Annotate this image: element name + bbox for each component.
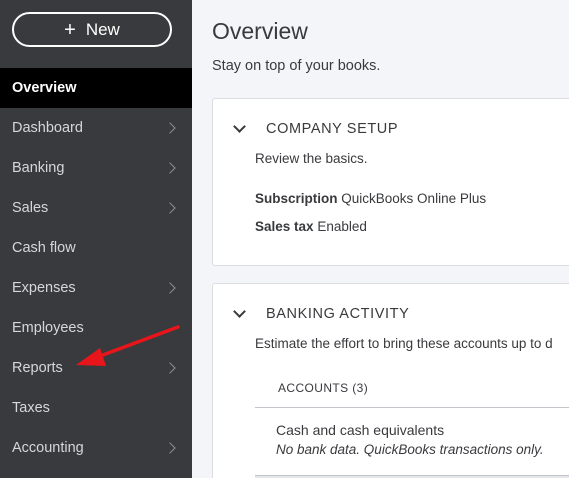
- accounts-header: ACCOUNTS (3): [255, 368, 569, 408]
- sidebar: + New Overview Dashboard Banking Sales C…: [0, 0, 192, 478]
- main-content: Overview Stay on top of your books. COMP…: [192, 0, 569, 478]
- banking-activity-header[interactable]: BANKING ACTIVITY: [233, 305, 410, 322]
- sidebar-item-taxes[interactable]: Taxes: [0, 388, 192, 428]
- chevron-right-icon: [164, 362, 176, 374]
- new-button[interactable]: + New: [12, 12, 172, 47]
- sidebar-item-banking[interactable]: Banking: [0, 148, 192, 188]
- banking-activity-card: BANKING ACTIVITY Estimate the effort to …: [212, 283, 569, 478]
- chevron-right-icon: [164, 282, 176, 294]
- sidebar-item-label: Taxes: [12, 400, 50, 416]
- page-subtitle: Stay on top of your books.: [212, 58, 381, 74]
- new-button-label: New: [85, 19, 120, 39]
- plus-icon: +: [64, 18, 76, 41]
- chevron-right-icon: [164, 162, 176, 174]
- sidebar-item-label: Dashboard: [12, 120, 83, 136]
- page-title: Overview: [212, 18, 308, 44]
- sidebar-item-accounting[interactable]: Accounting: [0, 428, 192, 468]
- company-setup-header[interactable]: COMPANY SETUP: [233, 120, 399, 137]
- sidebar-item-employees[interactable]: Employees: [0, 308, 192, 348]
- sidebar-item-overview[interactable]: Overview: [0, 68, 192, 108]
- sales-tax-value: Enabled: [317, 219, 367, 234]
- sidebar-item-label: Banking: [12, 160, 65, 176]
- sidebar-item-label: Sales: [12, 200, 49, 216]
- chevron-right-icon: [164, 442, 176, 454]
- sidebar-item-label: Accounting: [12, 440, 84, 456]
- chevron-down-icon[interactable]: [233, 120, 246, 133]
- sidebar-item-dashboard[interactable]: Dashboard: [0, 108, 192, 148]
- chevron-right-icon: [164, 202, 176, 214]
- sidebar-nav: Overview Dashboard Banking Sales Cash fl…: [0, 68, 192, 468]
- card-description: Estimate the effort to bring these accou…: [255, 336, 553, 351]
- subscription-row: Subscription QuickBooks Online Plus: [255, 191, 486, 206]
- subscription-value: QuickBooks Online Plus: [341, 191, 487, 206]
- sales-tax-label: Sales tax: [255, 219, 314, 234]
- sidebar-item-label: Overview: [12, 80, 77, 96]
- sidebar-item-label: Reports: [12, 360, 63, 376]
- sidebar-item-sales[interactable]: Sales: [0, 188, 192, 228]
- sidebar-item-expenses[interactable]: Expenses: [0, 268, 192, 308]
- subscription-label: Subscription: [255, 191, 338, 206]
- account-row[interactable]: Cash and cash equivalents No bank data. …: [255, 408, 569, 476]
- sidebar-item-reports[interactable]: Reports: [0, 348, 192, 388]
- sidebar-item-cash-flow[interactable]: Cash flow: [0, 228, 192, 268]
- sidebar-item-label: Cash flow: [12, 240, 76, 256]
- card-title: COMPANY SETUP: [266, 121, 399, 137]
- chevron-down-icon[interactable]: [233, 305, 246, 318]
- company-setup-card: COMPANY SETUP Review the basics. Subscri…: [212, 98, 569, 266]
- sidebar-item-label: Expenses: [12, 280, 76, 296]
- sales-tax-row: Sales tax Enabled: [255, 219, 367, 234]
- account-name: Cash and cash equivalents: [276, 422, 445, 438]
- sidebar-item-label: Employees: [12, 320, 84, 336]
- account-note: No bank data. QuickBooks transactions on…: [276, 442, 544, 457]
- chevron-right-icon: [164, 122, 176, 134]
- card-title: BANKING ACTIVITY: [266, 306, 410, 322]
- card-description: Review the basics.: [255, 151, 368, 166]
